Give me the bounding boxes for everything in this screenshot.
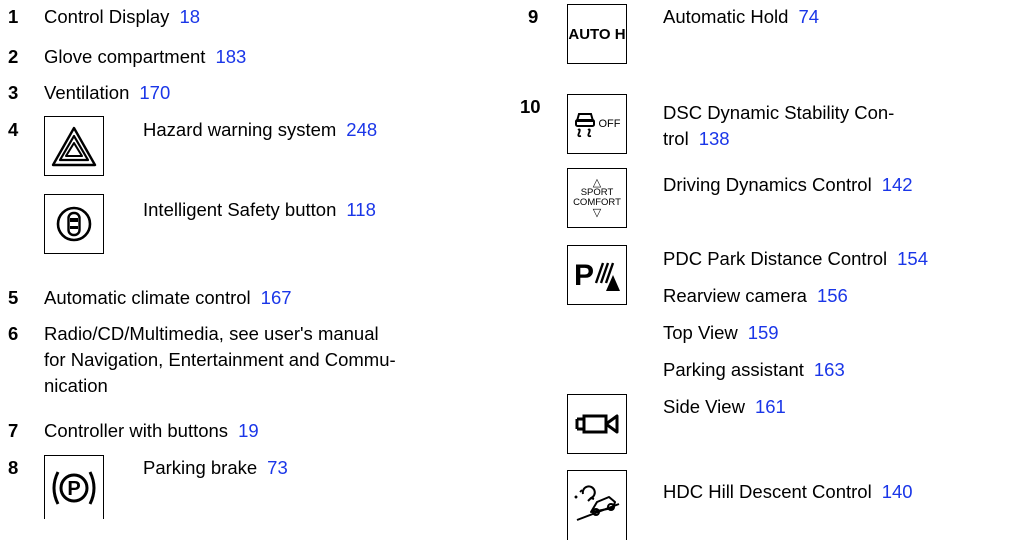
page-link[interactable]: 163 <box>814 359 845 380</box>
page-link[interactable]: 154 <box>897 248 928 269</box>
item-label: Intelligent Safety button <box>143 199 337 220</box>
side-view-camera-icon <box>567 394 627 454</box>
item-label: HDC Hill Descent Control <box>663 481 872 502</box>
list-item: Hazard warning system 248 <box>143 117 377 143</box>
icon-caption: OFF <box>598 118 621 130</box>
list-item: HDC Hill Descent Control 140 <box>663 479 913 505</box>
item-number: 9 <box>528 6 539 27</box>
item-label: Parking brake <box>143 457 258 478</box>
item-label: Glove compartment <box>44 46 206 67</box>
item-label: Top View <box>663 322 738 343</box>
page-link[interactable]: 159 <box>748 322 779 343</box>
page-link[interactable]: 118 <box>346 199 376 220</box>
icon-caption: P <box>574 259 594 292</box>
page-link[interactable]: 161 <box>755 396 786 417</box>
page-link[interactable]: 170 <box>139 82 170 103</box>
list-item: Control Display 18 <box>44 4 200 30</box>
item-number: 5 <box>8 287 19 308</box>
svg-text:P: P <box>67 478 80 500</box>
list-item: Driving Dynamics Control 142 <box>663 172 913 198</box>
item-number: 1 <box>8 6 19 27</box>
list-item: DSC Dynamic Stability Con- trol 138 <box>663 100 894 152</box>
item-number: 6 <box>8 323 19 344</box>
list-item: Side View 161 <box>663 394 786 420</box>
list-item: Ventilation 170 <box>44 80 170 106</box>
page-link[interactable]: 248 <box>346 119 377 140</box>
hdc-icon <box>567 470 627 540</box>
item-label: Hazard warning system <box>143 119 337 140</box>
list-item: Radio/CD/Multimedia, see user's manual f… <box>44 321 396 399</box>
item-label: for Navigation, Entertainment and Commu- <box>44 349 396 370</box>
item-number: 10 <box>520 96 541 117</box>
item-label: nication <box>44 375 108 396</box>
page-link[interactable]: 183 <box>215 46 246 67</box>
intelligent-safety-icon <box>44 194 104 254</box>
skidding-car-icon <box>574 113 595 138</box>
item-number: 4 <box>8 119 19 140</box>
page-link[interactable]: 156 <box>817 285 848 306</box>
item-label: Automatic Hold <box>663 6 789 27</box>
dsc-off-icon: OFF <box>567 94 627 154</box>
icon-caption: AUTO H <box>568 25 626 43</box>
item-label: Ventilation <box>44 82 130 103</box>
list-item: Parking assistant 163 <box>663 357 845 383</box>
item-label: Control Display <box>44 6 170 27</box>
item-label: Rearview camera <box>663 285 807 306</box>
list-item: Controller with buttons 19 <box>44 418 259 444</box>
item-label: Automatic climate control <box>44 287 251 308</box>
item-label: Radio/CD/Multimedia, see user's manual <box>44 323 379 344</box>
list-item: Rearview camera 156 <box>663 283 848 309</box>
pdc-icon: P <box>567 245 627 305</box>
item-label: Controller with buttons <box>44 420 229 441</box>
list-item: Top View 159 <box>663 320 779 346</box>
list-item: Automatic Hold 74 <box>663 4 819 30</box>
list-item: Parking brake 73 <box>143 455 288 481</box>
page-link[interactable]: 19 <box>238 420 259 441</box>
auto-hold-icon: AUTO H <box>567 4 627 64</box>
item-label: Side View <box>663 396 745 417</box>
item-number: 2 <box>8 46 19 67</box>
page-link[interactable]: 167 <box>261 287 292 308</box>
item-label: Parking assistant <box>663 359 804 380</box>
page-link[interactable]: 142 <box>882 174 913 195</box>
page-link[interactable]: 18 <box>179 6 200 27</box>
list-item: Glove compartment 183 <box>44 44 246 70</box>
page-link[interactable]: 74 <box>798 6 819 27</box>
item-label: PDC Park Distance Control <box>663 248 888 269</box>
item-label: DSC Dynamic Stability Con- <box>663 102 895 123</box>
list-item: Intelligent Safety button 118 <box>143 197 376 223</box>
list-item: PDC Park Distance Control 154 <box>663 246 928 272</box>
page-link[interactable]: 138 <box>699 128 730 149</box>
item-label: Driving Dynamics Control <box>663 174 872 195</box>
page-link[interactable]: 73 <box>267 457 288 478</box>
parking-brake-icon: P <box>44 455 104 519</box>
item-label: trol <box>663 128 689 149</box>
hazard-triangle-icon <box>44 116 104 176</box>
down-triangle-icon: ▽ <box>592 207 602 219</box>
driving-dynamics-icon: △ SPORT COMFORT ▽ <box>567 168 627 228</box>
page-link[interactable]: 140 <box>882 481 913 502</box>
item-number: 7 <box>8 420 19 441</box>
item-number: 3 <box>8 82 19 103</box>
item-number: 8 <box>8 457 19 478</box>
list-item: Automatic climate control 167 <box>44 285 292 311</box>
